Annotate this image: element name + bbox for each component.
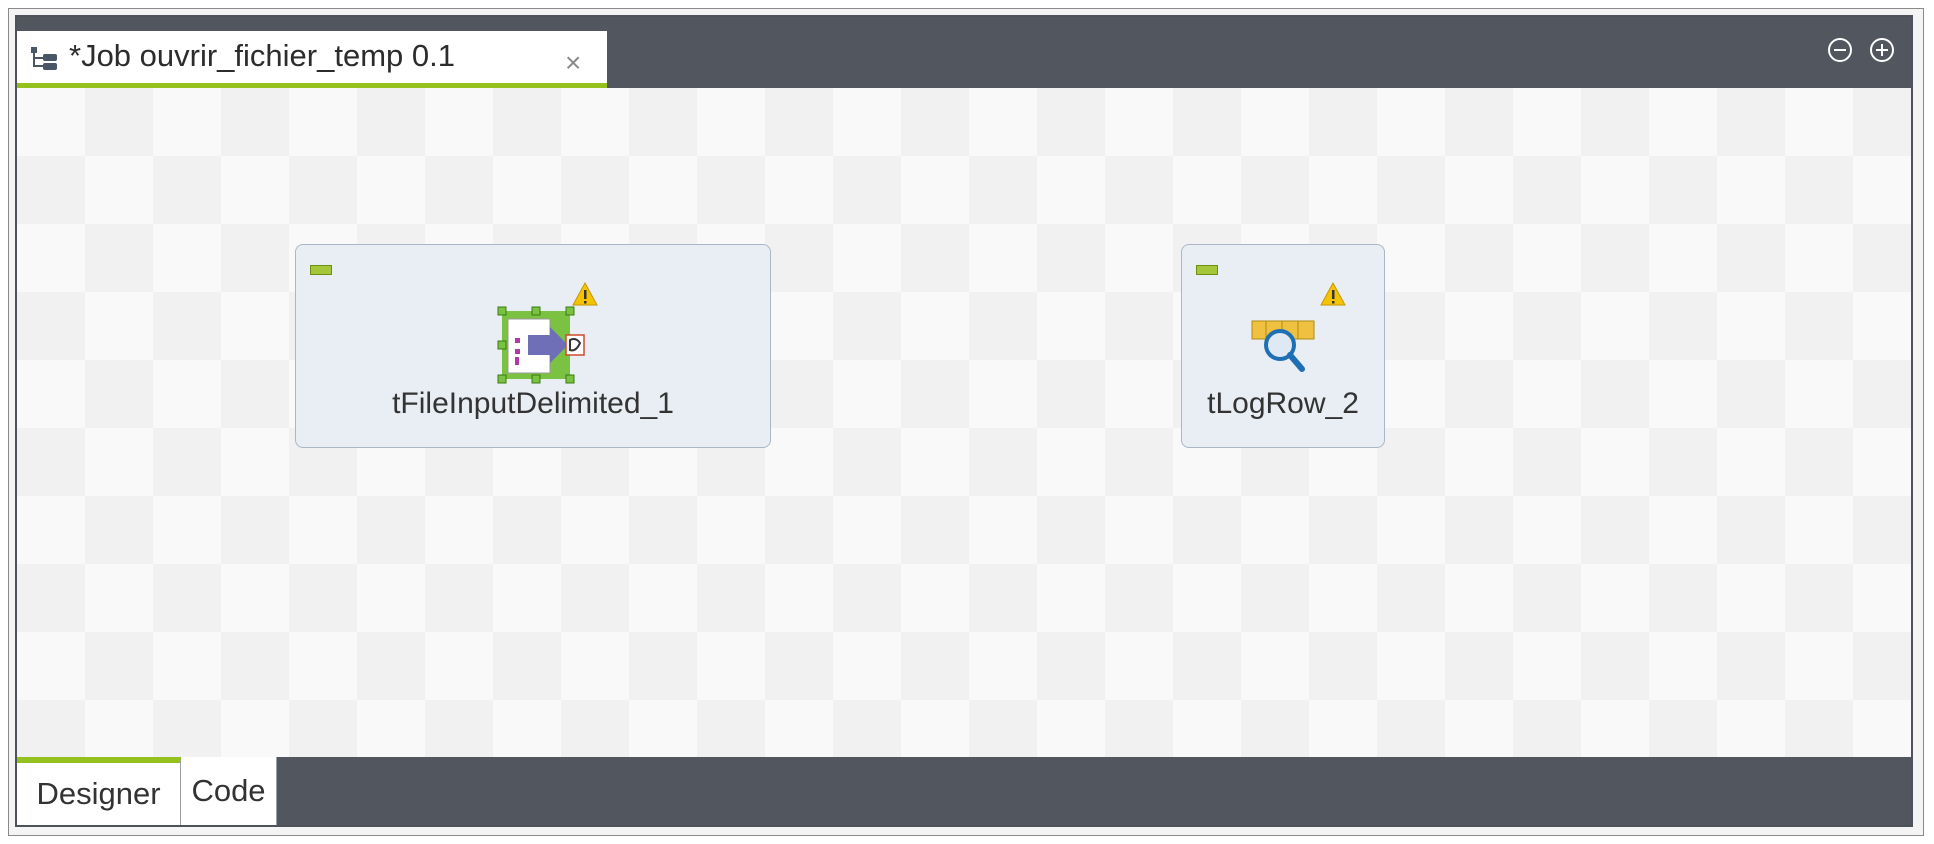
warning-icon	[572, 281, 598, 306]
job-tab-title: *Job ouvrir_fichier_temp 0.1	[69, 38, 455, 73]
log-row-icon	[1251, 320, 1315, 372]
editor-bottom-tabs: Designer Code	[17, 757, 1911, 825]
component-tfileinputdelimited[interactable]: tFileInputDelimited_1	[295, 244, 771, 448]
job-editor: *Job ouvrir_fichier_temp 0.1 × tFileInpu…	[15, 15, 1913, 827]
component-label: tFileInputDelimited_1	[392, 387, 674, 420]
collapse-toggle[interactable]	[310, 265, 332, 275]
warning-icon	[1320, 281, 1346, 306]
minimize-circle-icon[interactable]	[1827, 37, 1853, 63]
collapse-toggle[interactable]	[1196, 265, 1218, 275]
close-tab-icon[interactable]: ×	[565, 49, 581, 77]
component-label: tLogRow_2	[1207, 387, 1359, 420]
designer-canvas[interactable]: tFileInputDelimited_1 tLogRow_2	[17, 88, 1911, 761]
tab-designer[interactable]: Designer	[17, 757, 181, 825]
maximize-circle-icon[interactable]	[1869, 37, 1895, 63]
tab-code[interactable]: Code	[181, 757, 277, 825]
editor-tab-bar: *Job ouvrir_fichier_temp 0.1 ×	[17, 17, 1911, 88]
component-tlogrow[interactable]: tLogRow_2	[1181, 244, 1385, 448]
file-input-delimited-icon	[497, 306, 585, 384]
job-tree-icon	[31, 47, 57, 70]
job-tab[interactable]: *Job ouvrir_fichier_temp 0.1 ×	[17, 31, 607, 88]
